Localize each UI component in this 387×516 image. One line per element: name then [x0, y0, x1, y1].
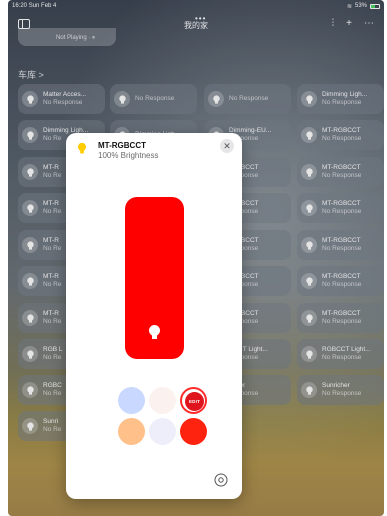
lightbulb-icon	[78, 143, 86, 154]
color-swatch[interactable]	[118, 418, 145, 445]
edit-color-button[interactable]: EDIT	[180, 387, 207, 414]
close-button[interactable]: ✕	[220, 139, 234, 153]
lightbulb-icon	[149, 325, 160, 339]
brightness-slider[interactable]	[125, 197, 184, 359]
color-swatch[interactable]	[149, 418, 176, 445]
light-control-modal: MT-RGBCCT 100% Brightness ✕ EDIT	[66, 133, 242, 499]
color-swatch[interactable]	[118, 387, 145, 414]
modal-title: MT-RGBCCT	[98, 141, 146, 150]
settings-gear-icon[interactable]	[214, 473, 228, 487]
color-swatch[interactable]	[180, 418, 207, 445]
home-screen: 16:20 Sun Feb 4 ≋ 53% ••• 我的家 ⫶ + ⋯ Not …	[8, 0, 384, 516]
brightness-label: 100% Brightness	[98, 151, 159, 160]
edit-label: EDIT	[185, 392, 204, 411]
color-swatch[interactable]	[149, 387, 176, 414]
